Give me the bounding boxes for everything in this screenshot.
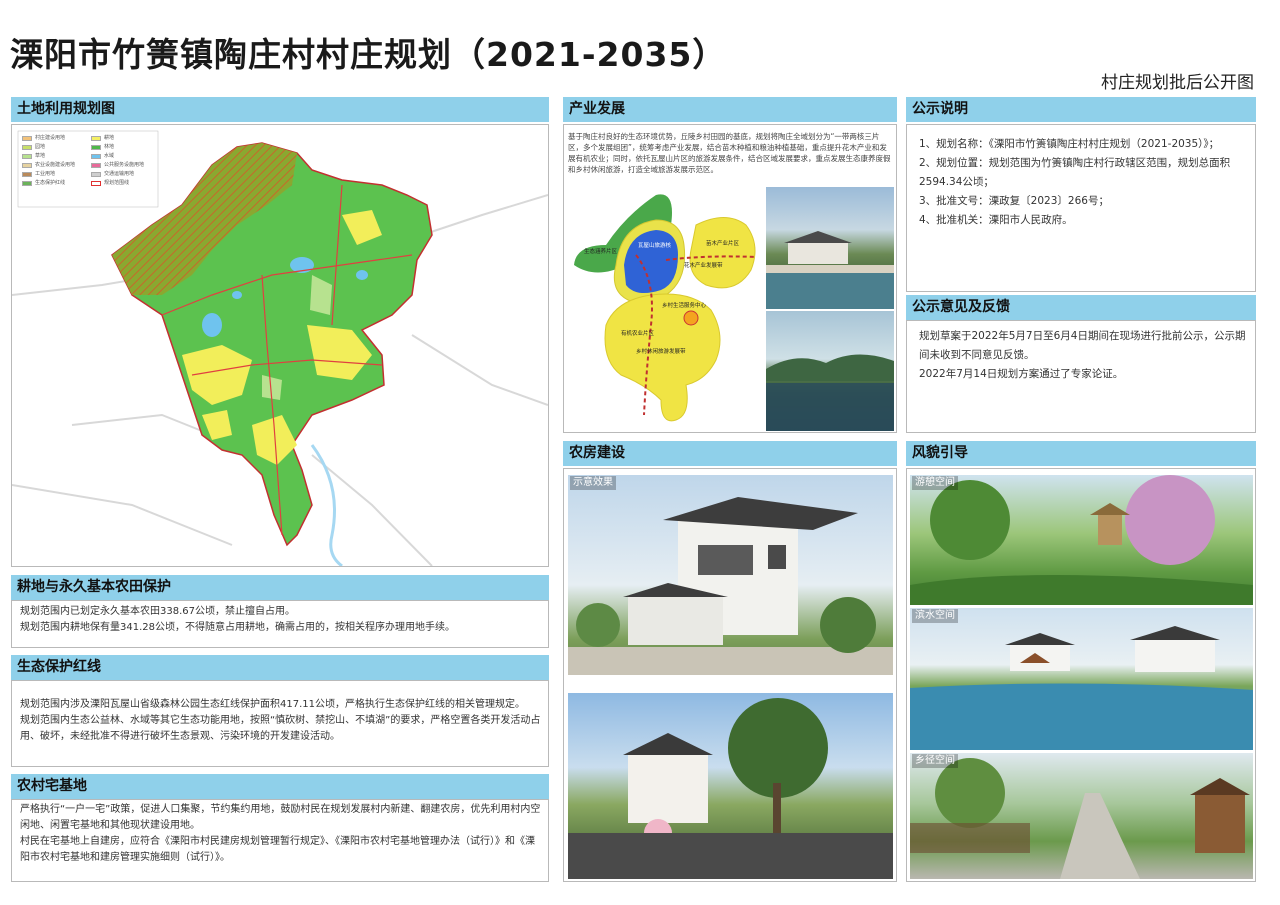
feedback-text: 规划草案于2022年5月7日至6月4日期间在现场进行批前公示，公示期间未收到不同… xyxy=(919,327,1249,384)
zone-label: 乡村生活服务中心 xyxy=(662,301,707,309)
legend-label: 园地 xyxy=(35,144,46,150)
housing-photo-street xyxy=(568,693,893,879)
notice-text: 1、规划名称：《溧阳市竹箦镇陶庄村村庄规划（2021-2035）》； 2、规划位… xyxy=(919,135,1249,230)
homestead-line: 村民在宅基地上自建房，应符合《溧阳市村民建房规划管理暂行规定》、《溧阳市农村宅基… xyxy=(20,836,535,863)
homestead-heading: 农村宅基地 xyxy=(11,774,549,799)
zone-label: 花木产业发展带 xyxy=(684,261,723,269)
eco-box: 规划范围内涉及溧阳瓦屋山省级森林公园生态红线保护面积417.11公顷，严格执行生… xyxy=(11,680,549,767)
legend-label: 水域 xyxy=(104,153,115,159)
feedback-box: 规划草案于2022年5月7日至6月4日期间在现场进行批前公示，公示期间未收到不同… xyxy=(906,320,1256,433)
legend-swatch xyxy=(22,145,32,150)
farmland-text: 规划范围内已划定永久基本农田338.67公顷，禁止擅自占用。 规划范围内耕地保有… xyxy=(20,604,540,636)
page-title: 溧阳市竹箦镇陶庄村村庄规划（2021-2035） xyxy=(10,35,727,74)
landscape-image-label: 滨水空间 xyxy=(912,609,958,623)
legend-label: 生态保护红线 xyxy=(35,180,66,186)
legend-label: 规划范围线 xyxy=(104,180,130,186)
legend-swatch xyxy=(22,181,32,186)
land-use-map-graphic xyxy=(11,125,549,568)
housing-image-label: 示意效果 xyxy=(570,476,616,490)
homestead-line: 严格执行“一户一宅”政策，促进人口集聚，节约集约用地，鼓励村民在规划发展村内新建… xyxy=(20,804,541,831)
land-use-map: 村庄建设用地 耕地 园地 林地 草地 水域 农业设施建设用地 公共服务设施用地 … xyxy=(11,124,549,568)
eco-line: 规划范围内生态公益林、水域等其它生态功能用地，按照“慎砍树、禁挖山、不填湖”的要… xyxy=(20,715,541,742)
farmland-line: 规划范围内耕地保有量341.28公顷，不得随意占用耕地，确需占用的，按相关程序办… xyxy=(20,622,455,633)
notice-heading: 公示说明 xyxy=(906,97,1256,122)
zone-nursery xyxy=(689,217,756,289)
legend-item: 规划范围线 xyxy=(91,180,156,187)
industry-box: 基于陶庄村良好的生态环境优势，丘陵乡村田园的基底，规划将陶庄全域划分为“一带两核… xyxy=(563,124,897,433)
zone-label: 乡村休闲旅游发展带 xyxy=(636,347,686,355)
landscape-image-label: 乡径空间 xyxy=(912,754,958,768)
legend-label: 耕地 xyxy=(104,135,115,141)
legend-item: 水域 xyxy=(91,153,156,160)
landscape-photo-waterfront: 滨水空间 xyxy=(910,608,1253,750)
land-use-heading: 土地利用规划图 xyxy=(11,97,549,122)
zone-organic xyxy=(604,293,721,422)
legend-swatch xyxy=(91,163,101,168)
map-legend-items: 村庄建设用地 耕地 园地 林地 草地 水域 农业设施建设用地 公共服务设施用地 … xyxy=(22,135,156,187)
zone-label: 苗木产业片区 xyxy=(706,239,740,247)
legend-item: 园地 xyxy=(22,144,87,151)
legend-item: 交通运输用地 xyxy=(91,171,156,178)
notice-line: 2、规划位置：规划范围为竹箦镇陶庄村行政辖区范围，规划总面积2594.34公顷； xyxy=(919,157,1231,188)
legend-swatch xyxy=(91,181,101,186)
housing-render-villa: 示意效果 xyxy=(568,475,893,675)
zone-label: 瓦屋山旅游核 xyxy=(638,241,672,249)
farmland-box: 规划范围内已划定永久基本农田338.67公顷，禁止擅自占用。 规划范围内耕地保有… xyxy=(11,600,549,648)
notice-line: 4、批准机关：溧阳市人民政府。 xyxy=(919,214,1073,226)
eco-heading: 生态保护红线 xyxy=(11,655,549,680)
landscape-box: 游憩空间 滨水空间 乡径空间 xyxy=(906,468,1256,882)
legend-label: 村庄建设用地 xyxy=(35,135,66,141)
legend-item: 农业设施建设用地 xyxy=(22,162,87,169)
homestead-box: 严格执行“一户一宅”政策，促进人口集聚，节约集约用地，鼓励村民在规划发展村内新建… xyxy=(11,799,549,882)
landscape-photo-path: 乡径空间 xyxy=(910,753,1253,879)
industry-heading: 产业发展 xyxy=(563,97,897,122)
legend-item: 耕地 xyxy=(91,135,156,142)
legend-label: 草地 xyxy=(35,153,46,159)
feedback-line: 规划草案于2022年5月7日至6月4日期间在现场进行批前公示，公示期间未收到不同… xyxy=(919,330,1246,361)
legend-item: 工业用地 xyxy=(22,171,87,178)
farmland-line: 规划范围内已划定永久基本农田338.67公顷，禁止擅自占用。 xyxy=(20,606,295,617)
landscape-photo-leisure: 游憩空间 xyxy=(910,475,1253,605)
legend-swatch xyxy=(22,136,32,141)
feedback-line: 2022年7月14日规划方案通过了专家论证。 xyxy=(919,368,1124,380)
legend-label: 农业设施建设用地 xyxy=(35,162,76,168)
industry-text: 基于陶庄村良好的生态环境优势，丘陵乡村田园的基底，规划将陶庄全域划分为“一带两核… xyxy=(568,132,891,174)
legend-swatch xyxy=(91,136,101,141)
legend-label: 交通运输用地 xyxy=(104,171,135,177)
farmland-heading: 耕地与永久基本农田保护 xyxy=(11,575,549,600)
legend-swatch xyxy=(22,154,32,159)
legend-swatch xyxy=(91,172,101,177)
legend-swatch xyxy=(22,172,32,177)
legend-item: 草地 xyxy=(22,153,87,160)
housing-heading: 农房建设 xyxy=(563,441,897,466)
service-center-dot xyxy=(683,310,699,326)
legend-item: 村庄建设用地 xyxy=(22,135,87,142)
homestead-text: 严格执行“一户一宅”政策，促进人口集聚，节约集约用地，鼓励村民在规划发展村内新建… xyxy=(20,802,542,866)
landscape-heading: 风貌引导 xyxy=(906,441,1256,466)
legend-label: 工业用地 xyxy=(35,171,56,177)
legend-label: 林地 xyxy=(104,144,115,150)
eco-text: 规划范围内涉及溧阳瓦屋山省级森林公园生态红线保护面积417.11公顷，严格执行生… xyxy=(20,697,542,745)
notice-line: 1、规划名称：《溧阳市竹箦镇陶庄村村庄规划（2021-2035）》； xyxy=(919,138,1220,150)
legend-item: 公共服务设施用地 xyxy=(91,162,156,169)
legend-label: 公共服务设施用地 xyxy=(104,162,145,168)
zone-label: 生态涵养片区 xyxy=(584,247,618,255)
landscape-image-label: 游憩空间 xyxy=(912,476,958,490)
feedback-heading: 公示意见及反馈 xyxy=(906,295,1256,320)
legend-swatch xyxy=(91,145,101,150)
industry-photo-resort xyxy=(766,187,894,309)
legend-swatch xyxy=(91,154,101,159)
housing-box: 示意效果 xyxy=(563,468,897,882)
legend-item: 林地 xyxy=(91,144,156,151)
page-subtitle: 村庄规划批后公开图 xyxy=(1101,73,1254,93)
industry-photo-lake xyxy=(766,311,894,431)
industry-zone-diagram: 生态涵养片区 瓦屋山旅游核 苗木产业片区 乡村生活服务中心 有机农业片区 乡村休… xyxy=(574,194,757,422)
eco-line: 规划范围内涉及溧阳瓦屋山省级森林公园生态红线保护面积417.11公顷，严格执行生… xyxy=(20,699,525,710)
notice-box: 1、规划名称：《溧阳市竹箦镇陶庄村村庄规划（2021-2035）》； 2、规划位… xyxy=(906,124,1256,292)
legend-swatch xyxy=(22,163,32,168)
legend-item: 生态保护红线 xyxy=(22,180,87,187)
notice-line: 3、批准文号：溧政复〔2023〕266号； xyxy=(919,195,1109,207)
zone-label: 有机农业片区 xyxy=(621,329,655,337)
